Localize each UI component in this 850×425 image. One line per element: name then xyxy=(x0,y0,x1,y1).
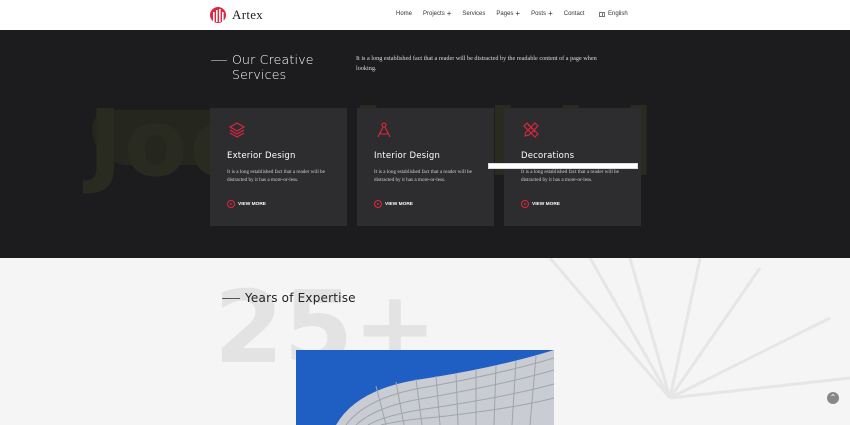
nav-item-services[interactable]: Services xyxy=(462,11,485,17)
link-label: VIEW MORE xyxy=(532,201,560,207)
pencil-ruler-icon xyxy=(523,122,539,138)
services-description: It is a long established fact that a rea… xyxy=(356,55,597,72)
view-more-link[interactable]: VIEW MORE xyxy=(227,200,266,208)
chevron-up-icon: ⌃ xyxy=(829,393,837,402)
card-title: Exterior Design xyxy=(227,151,296,161)
site-header: Artex Home Projects + Services Pages + Pos… xyxy=(0,0,850,30)
services-section: Joomla.bid Our Creative Services It is a… xyxy=(0,30,850,258)
language-label: English xyxy=(608,11,628,17)
view-more-link[interactable]: VIEW MORE xyxy=(374,200,413,208)
nav-item-projects[interactable]: Projects + xyxy=(423,9,452,18)
link-label: VIEW MORE xyxy=(385,201,413,207)
decorative-rays xyxy=(548,258,850,400)
brand-name: Artex xyxy=(232,7,264,22)
nav-label: Services xyxy=(462,11,486,17)
nav-label: Pages xyxy=(496,11,514,17)
nav-label: Home xyxy=(396,11,413,17)
nav-item-pages[interactable]: Pages + xyxy=(496,9,521,18)
compass-icon xyxy=(377,122,391,138)
title-divider xyxy=(211,60,227,61)
play-circle-icon xyxy=(374,200,382,208)
link-label: VIEW MORE xyxy=(238,201,266,207)
logo[interactable]: Artex xyxy=(209,7,263,23)
plus-icon: + xyxy=(446,9,452,18)
card-text: It is a long established fact that a rea… xyxy=(227,169,325,183)
view-more-link[interactable]: VIEW MORE xyxy=(521,200,560,208)
overlay-card xyxy=(488,163,638,169)
play-circle-icon xyxy=(227,200,235,208)
service-card-exterior[interactable]: Exterior Design It is a long established… xyxy=(210,108,347,226)
expertise-title: Years of Expertise xyxy=(245,291,356,305)
nav-label: Posts xyxy=(531,11,547,17)
card-text: It is a long established fact that a rea… xyxy=(374,169,472,183)
service-card-interior[interactable]: Interior Design It is a long established… xyxy=(357,108,494,226)
nav-item-contact[interactable]: Contact xyxy=(564,11,585,17)
nav-item-home[interactable]: Home xyxy=(396,11,412,17)
nav-item-posts[interactable]: Posts + xyxy=(531,9,553,18)
plus-icon: + xyxy=(515,9,521,18)
nav-label: Contact xyxy=(563,11,585,17)
card-title: Interior Design xyxy=(374,151,441,161)
nav-label: Projects xyxy=(423,11,445,17)
services-title: Our Creative Services xyxy=(232,52,314,82)
play-circle-icon xyxy=(521,200,529,208)
language-switcher[interactable]: English xyxy=(599,11,628,17)
card-text: It is a long established fact that a rea… xyxy=(521,169,619,183)
main-nav: Home Projects + Services Pages + Posts + Co… xyxy=(396,9,595,18)
scroll-to-top-button[interactable]: ⌃ xyxy=(827,392,839,404)
card-title: Decorations xyxy=(521,151,575,161)
building-facade-image xyxy=(296,350,554,425)
layers-icon xyxy=(228,122,246,138)
building-photo xyxy=(296,350,554,425)
title-divider xyxy=(222,298,240,299)
building-logo-icon xyxy=(210,7,226,23)
flag-icon xyxy=(599,11,605,17)
plus-icon: + xyxy=(548,9,553,18)
